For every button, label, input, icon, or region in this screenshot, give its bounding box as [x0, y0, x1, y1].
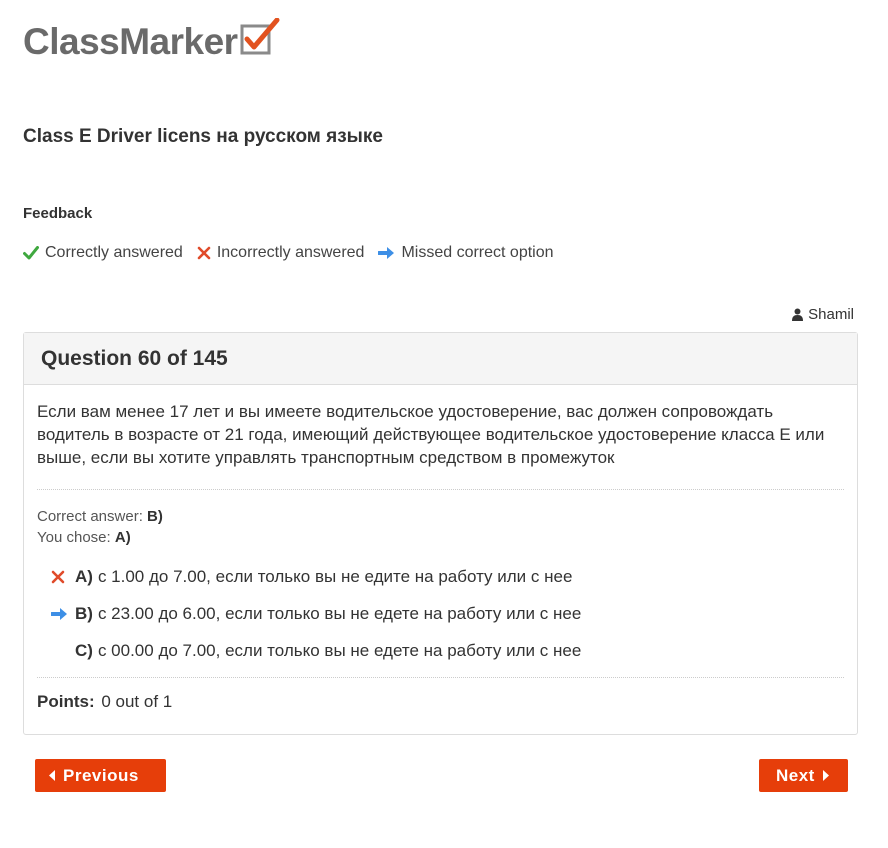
- answer-options: A) с 1.00 до 7.00, если только вы не еди…: [37, 558, 844, 669]
- question-body: Если вам менее 17 лет и вы имеете водите…: [24, 385, 857, 712]
- correct-answer-label: Correct answer:: [37, 508, 143, 525]
- divider: [37, 677, 844, 678]
- correct-answer-value: B): [147, 508, 163, 525]
- correct-answer-line: Correct answer: B): [37, 506, 844, 527]
- option-text: с 00.00 до 7.00, если только вы не едете…: [97, 640, 582, 660]
- you-chose-value: A): [114, 529, 131, 546]
- user-icon: [792, 308, 804, 321]
- arrow-right-icon: [51, 607, 67, 620]
- legend-missed-label: Missed correct option: [401, 244, 554, 261]
- points-line: Points: 0 out of 1: [37, 692, 844, 712]
- previous-button[interactable]: Previous: [35, 759, 166, 792]
- points-label: Points:: [37, 692, 95, 711]
- legend-incorrect-label: Incorrectly answered: [216, 244, 365, 261]
- option-letter: A): [75, 566, 93, 586]
- cross-icon: [51, 570, 65, 583]
- question-text: Если вам менее 17 лет и вы имеете водите…: [37, 402, 825, 467]
- option-a: A) с 1.00 до 7.00, если только вы не еди…: [37, 558, 844, 595]
- option-letter: C): [75, 640, 93, 660]
- option-letter: B): [75, 603, 93, 623]
- previous-button-label: Previous: [63, 765, 139, 785]
- question-header: Question 60 of 145: [24, 333, 857, 385]
- option-b: B) с 23.00 до 6.00, если только вы не ед…: [37, 595, 844, 632]
- divider: [37, 489, 844, 490]
- answer-summary: Correct answer: B) You chose: A): [37, 506, 844, 548]
- you-chose-label: You chose:: [37, 529, 111, 546]
- legend-correct: Correctly answered: [23, 244, 183, 262]
- feedback-legend: Correctly answered Incorrectly answered …: [23, 244, 568, 262]
- option-c: C) с 00.00 до 7.00, если только вы не ед…: [37, 632, 844, 669]
- user-name: Shamil: [808, 306, 854, 323]
- arrow-right-icon: [378, 247, 395, 259]
- question-panel: Question 60 of 145 Если вам менее 17 лет…: [23, 332, 858, 735]
- legend-correct-label: Correctly answered: [45, 244, 183, 261]
- logo-text: ClassMarker: [23, 21, 238, 62]
- option-text: с 1.00 до 7.00, если только вы не едите …: [97, 566, 573, 586]
- user-label: Shamil: [792, 306, 854, 323]
- logo-checkbox-icon: [240, 17, 280, 61]
- next-button-label: Next: [776, 765, 815, 785]
- feedback-heading: Feedback: [23, 205, 93, 222]
- legend-missed: Missed correct option: [378, 244, 554, 262]
- test-title: Class E Driver licens на русском языке: [23, 126, 383, 147]
- points-value: 0 out of 1: [101, 692, 173, 711]
- classmarker-logo: ClassMarker: [23, 17, 280, 62]
- you-chose-line: You chose: A): [37, 527, 844, 548]
- next-button[interactable]: Next: [759, 759, 848, 792]
- caret-left-icon: [49, 770, 55, 781]
- cross-icon: [197, 246, 211, 260]
- caret-right-icon: [822, 770, 829, 781]
- option-text: с 23.00 до 6.00, если только вы не едете…: [97, 603, 582, 623]
- check-icon: [23, 246, 39, 260]
- legend-incorrect: Incorrectly answered: [197, 244, 365, 262]
